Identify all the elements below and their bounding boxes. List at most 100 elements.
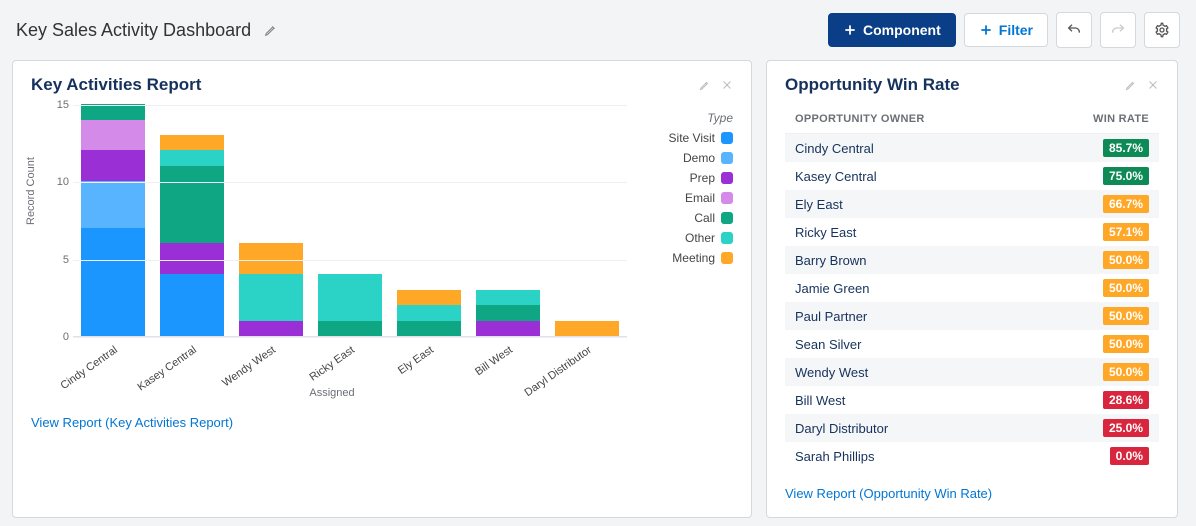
pencil-icon[interactable] [699,79,711,91]
bar-slot: Ely East [395,105,464,336]
win-rate-badge: 50.0% [1103,307,1149,325]
stacked-bar[interactable] [81,104,145,336]
table-row[interactable]: Kasey Central75.0% [785,162,1159,190]
stacked-bar[interactable] [318,274,382,336]
table-row[interactable]: Wendy West50.0% [785,358,1159,386]
owner-cell: Sean Silver [795,337,861,352]
table-row[interactable]: Paul Partner50.0% [785,302,1159,330]
table-row[interactable]: Bill West28.6% [785,386,1159,414]
bar-segment [397,290,461,305]
bar-segment [81,150,145,181]
bar-segment [476,290,540,305]
bar-segment [160,166,224,243]
add-component-button[interactable]: Component [828,13,956,47]
owner-cell: Sarah Phillips [795,449,875,464]
owner-cell: Ely East [795,197,843,212]
bar-segment [318,274,382,320]
owner-cell: Cindy Central [795,141,874,156]
win-rate-panel: Opportunity Win Rate OPPORTUNITY OWNER W… [766,60,1178,518]
win-rate-table: OPPORTUNITY OWNER WIN RATE Cindy Central… [785,105,1159,470]
undo-button[interactable] [1056,12,1092,48]
bar-slot: Daryl Distributor [553,105,622,336]
panel-title: Key Activities Report [31,75,201,95]
close-icon[interactable] [721,79,733,91]
view-report-link[interactable]: View Report (Key Activities Report) [31,415,733,430]
bar-category-label: Cindy Central [58,344,119,392]
y-tick: 5 [45,254,69,266]
panels-row: Key Activities Report Record Count Cindy… [12,60,1184,518]
panel-header: Key Activities Report [31,75,733,95]
bar-segment [476,321,540,336]
win-rate-badge: 28.6% [1103,391,1149,409]
pencil-icon[interactable] [1125,79,1137,91]
bar-segment [160,274,224,336]
stacked-bar[interactable] [476,290,540,336]
close-icon[interactable] [1147,79,1159,91]
chart-plot: Cindy CentralKasey CentralWendy WestRick… [73,105,627,337]
table-row[interactable]: Ricky East 57.1% [785,218,1159,246]
bar-segment [81,120,145,151]
table-row[interactable]: Barry Brown50.0% [785,246,1159,274]
legend-item: Other [633,231,733,245]
bar-segment [160,135,224,150]
bar-category-label: Wendy West [220,344,278,389]
owner-cell: Ricky East [795,225,856,240]
win-rate-badge: 57.1% [1103,223,1149,241]
legend-title: Type [633,111,733,125]
win-rate-badge: 50.0% [1103,279,1149,297]
chart-body: Record Count Cindy CentralKasey CentralW… [31,105,733,399]
bars-container: Cindy CentralKasey CentralWendy WestRick… [73,105,627,336]
bar-slot: Wendy West [236,105,305,336]
legend-swatch [721,172,733,184]
owner-cell: Kasey Central [795,169,877,184]
legend-label: Other [685,231,715,245]
bar-segment [81,228,145,336]
table-row[interactable]: Jamie Green50.0% [785,274,1159,302]
view-report-link[interactable]: View Report (Opportunity Win Rate) [785,486,1159,501]
chart-legend: Type Site VisitDemoPrepEmailCallOtherMee… [633,105,733,399]
chart-area: Record Count Cindy CentralKasey CentralW… [31,105,633,399]
redo-button[interactable] [1100,12,1136,48]
table-row[interactable]: Ely East 66.7% [785,190,1159,218]
bar-segment [81,104,145,119]
pencil-icon[interactable] [261,20,281,40]
y-tick: 15 [45,99,69,111]
bar-segment [81,181,145,227]
col-header-rate: WIN RATE [1093,113,1149,125]
bar-segment [160,150,224,165]
table-row[interactable]: Sarah Phillips 0.0% [785,442,1159,470]
win-rate-badge: 66.7% [1103,195,1149,213]
bar-segment [397,305,461,320]
stacked-bar[interactable] [239,243,303,336]
panel-tools [699,79,733,91]
table-row[interactable]: Cindy Central85.7% [785,134,1159,162]
bar-category-label: Ely East [396,344,436,377]
panel-title: Opportunity Win Rate [785,75,960,95]
legend-item: Email [633,191,733,205]
y-tick: 10 [45,176,69,188]
add-filter-button[interactable]: Filter [964,13,1048,47]
bar-slot: Cindy Central [78,105,147,336]
table-row[interactable]: Daryl Distributor25.0% [785,414,1159,442]
panel-header: Opportunity Win Rate [785,75,1159,95]
legend-label: Site Visit [669,131,715,145]
y-axis-label: Record Count [25,157,37,225]
legend-label: Email [685,191,715,205]
win-rate-badge: 0.0% [1110,447,1149,465]
gear-button[interactable] [1144,12,1180,48]
stacked-bar[interactable] [397,290,461,336]
stacked-bar[interactable] [160,135,224,336]
dashboard-topbar: Key Sales Activity Dashboard Component F… [12,8,1184,60]
table-row[interactable]: Sean Silver50.0% [785,330,1159,358]
owner-cell: Daryl Distributor [795,421,888,436]
bar-segment [318,321,382,336]
legend-swatch [721,212,733,224]
table-header-row: OPPORTUNITY OWNER WIN RATE [785,105,1159,134]
panel-tools [1125,79,1159,91]
win-rate-badge: 50.0% [1103,251,1149,269]
legend-label: Call [694,211,715,225]
add-filter-label: Filter [999,22,1033,38]
dashboard-title: Key Sales Activity Dashboard [16,20,251,41]
stacked-bar[interactable] [555,321,619,336]
gridline [73,182,627,183]
